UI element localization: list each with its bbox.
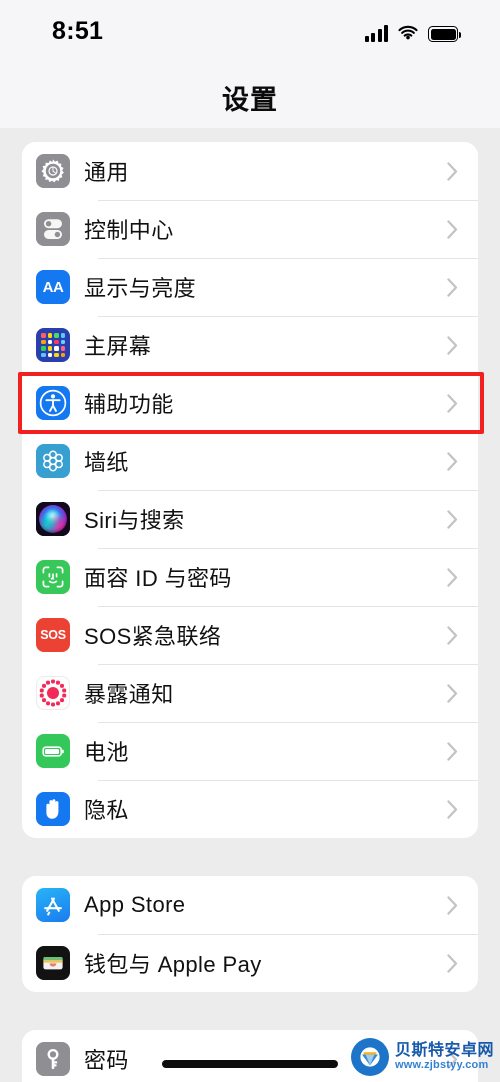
chevron-right-icon (440, 799, 464, 819)
settings-row[interactable]: 隐私 (22, 780, 478, 838)
iphone-settings-screen: 8:51 设置 通用 控制中心 AA 显示与亮度 主屏幕 辅助功能 墙纸 Sir… (0, 0, 500, 1082)
status-bar-clock: 8:51 (52, 17, 104, 45)
settings-row[interactable]: 墙纸 (22, 432, 478, 490)
chevron-right-icon (440, 895, 464, 915)
settings-row-label: 电池 (84, 740, 129, 765)
settings-row[interactable]: AA 显示与亮度 (22, 258, 478, 316)
chevron-right-icon (440, 161, 464, 181)
control-center-icon (36, 212, 70, 246)
settings-row-label: 主屏幕 (84, 334, 152, 359)
wifi-icon (398, 25, 418, 40)
battery-icon (428, 26, 462, 42)
battery-settings-icon (36, 734, 70, 768)
privacy-hand-icon (36, 792, 70, 826)
watermark-url: www.zjbstyy.com (394, 1058, 489, 1071)
settings-row[interactable]: 辅助功能 (22, 374, 478, 432)
wallpaper-icon (36, 444, 70, 478)
settings-row[interactable]: Siri与搜索 (22, 490, 478, 548)
settings-group-store: App Store 钱包与 Apple Pay (22, 876, 478, 992)
status-bar: 8:51 (0, 0, 500, 60)
chevron-right-icon (440, 683, 464, 703)
chevron-right-icon (440, 953, 464, 973)
accessibility-icon (36, 386, 70, 420)
settings-group-system: 通用 控制中心 AA 显示与亮度 主屏幕 辅助功能 墙纸 Siri与搜索 面容 … (22, 142, 478, 838)
chevron-right-icon (440, 451, 464, 471)
chevron-right-icon (440, 277, 464, 297)
key-icon (36, 1042, 70, 1076)
settings-row[interactable]: 暴露通知 (22, 664, 478, 722)
settings-row-label: 钱包与 Apple Pay (84, 952, 262, 977)
settings-row-label: 通用 (84, 160, 129, 185)
chevron-right-icon (440, 509, 464, 529)
settings-row[interactable]: 主屏幕 (22, 316, 478, 374)
settings-row[interactable]: SOS SOS紧急联络 (22, 606, 478, 664)
gear-icon (36, 154, 70, 188)
settings-row-label: Siri与搜索 (84, 508, 185, 533)
chevron-right-icon (440, 741, 464, 761)
settings-row-label: 墙纸 (84, 450, 129, 475)
exposure-notification-icon (36, 676, 70, 710)
watermark-site-name: 贝斯特安卓网 (394, 1041, 494, 1059)
settings-row[interactable]: 通用 (22, 142, 478, 200)
status-bar-indicators (364, 22, 462, 42)
chevron-right-icon (440, 219, 464, 239)
nav-bar: 设置 (0, 60, 500, 128)
settings-row-label: 控制中心 (84, 218, 174, 243)
settings-row-label: 显示与亮度 (84, 276, 197, 301)
home-screen-icon (36, 328, 70, 362)
settings-row[interactable]: 电池 (22, 722, 478, 780)
settings-row[interactable]: 钱包与 Apple Pay (22, 934, 478, 992)
app-store-icon (36, 888, 70, 922)
siri-icon (36, 502, 70, 536)
sos-icon: SOS (36, 618, 70, 652)
chevron-right-icon (440, 393, 464, 413)
settings-row[interactable]: 面容 ID 与密码 (22, 548, 478, 606)
settings-row-label: App Store (84, 892, 186, 917)
settings-row-label: 暴露通知 (84, 682, 174, 707)
chevron-right-icon (440, 335, 464, 355)
chevron-right-icon (440, 567, 464, 587)
settings-row-label: 面容 ID 与密码 (84, 566, 232, 591)
face-id-icon (36, 560, 70, 594)
cellular-signal-icon (364, 25, 388, 42)
settings-scroll-area[interactable]: 通用 控制中心 AA 显示与亮度 主屏幕 辅助功能 墙纸 Siri与搜索 面容 … (0, 128, 500, 1082)
chevron-right-icon (440, 625, 464, 645)
watermark-logo-icon (350, 1038, 389, 1076)
page-title: 设置 (222, 85, 278, 115)
settings-row-label: 辅助功能 (84, 392, 174, 417)
settings-row-label: 隐私 (84, 798, 129, 823)
home-indicator (162, 1060, 338, 1068)
display-brightness-icon: AA (36, 270, 70, 304)
wallet-icon (36, 946, 70, 980)
settings-row[interactable]: 控制中心 (22, 200, 478, 258)
settings-row[interactable]: App Store (22, 876, 478, 934)
settings-row-label: SOS紧急联络 (84, 624, 222, 649)
watermark: 贝斯特安卓网 www.zjbstyy.com (350, 1038, 494, 1076)
